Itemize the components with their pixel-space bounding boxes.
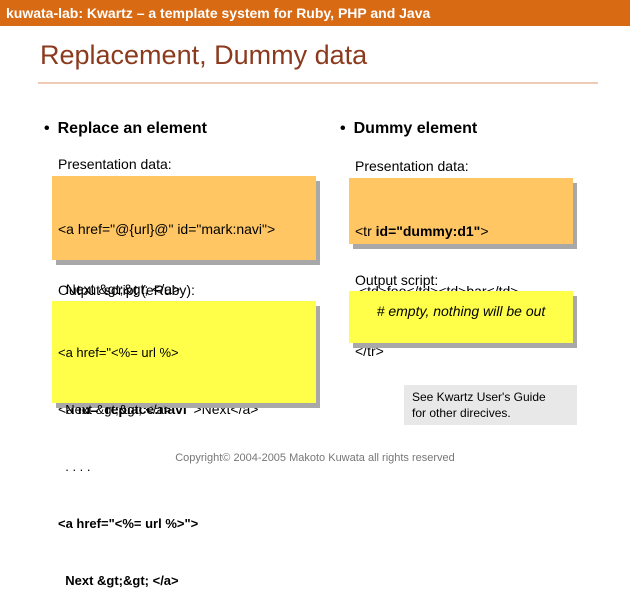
code-line: <a href="<%= url %>"> [58,516,199,531]
note-line: for other direcives. [412,406,511,420]
left-presentation-box: <a href="@{url}@" id="mark:navi"> Next &… [52,176,316,417]
bullet-text: Replace an element [57,120,208,137]
code-line: Next &gt;&gt; </a> [58,402,172,417]
bullet-text: Dummy element [353,120,478,137]
bullet-dummy-element: • Dummy element [340,120,477,138]
title-divider [38,82,598,84]
code-line: Next &gt;&gt; </a> [58,573,179,588]
left-output-label: Output script (eRuby): [58,282,195,298]
code-line: <tr id="dummy:d1"> [355,223,489,239]
slide-title: Replacement, Dummy data [40,40,368,70]
guide-note: See Kwartz User's Guide for other direci… [404,385,577,425]
code-line: </tr> [355,343,384,359]
slide-header: kuwata-lab: Kwartz – a template system f… [0,0,630,26]
left-presentation-label: Presentation data: [58,156,172,172]
bullet-replace-element: • Replace an element [44,120,207,138]
bullet-dot-icon: • [340,120,346,137]
code-line: <a href="<%= url %> [58,345,179,360]
right-output-label: Output script: [355,272,439,288]
bullet-dot-icon: • [44,120,50,137]
note-line: See Kwartz User's Guide [412,390,546,404]
left-output-box: <a href="<%= url %> Next &gt;&gt; </a> .… [52,301,316,588]
right-output-box: # empty, nothing will be out [349,291,573,343]
copyright-footer: Copyright© 2004-2005 Makoto Kuwata all r… [175,452,455,464]
code-line: <a href="@{url}@" id="mark:navi"> [58,221,276,237]
right-presentation-box: <tr id="dummy:d1"> <td>foo</td><td>bar</… [349,178,573,359]
right-presentation-label: Presentation data: [355,158,469,174]
output-comment: # empty, nothing will be out [376,303,546,319]
